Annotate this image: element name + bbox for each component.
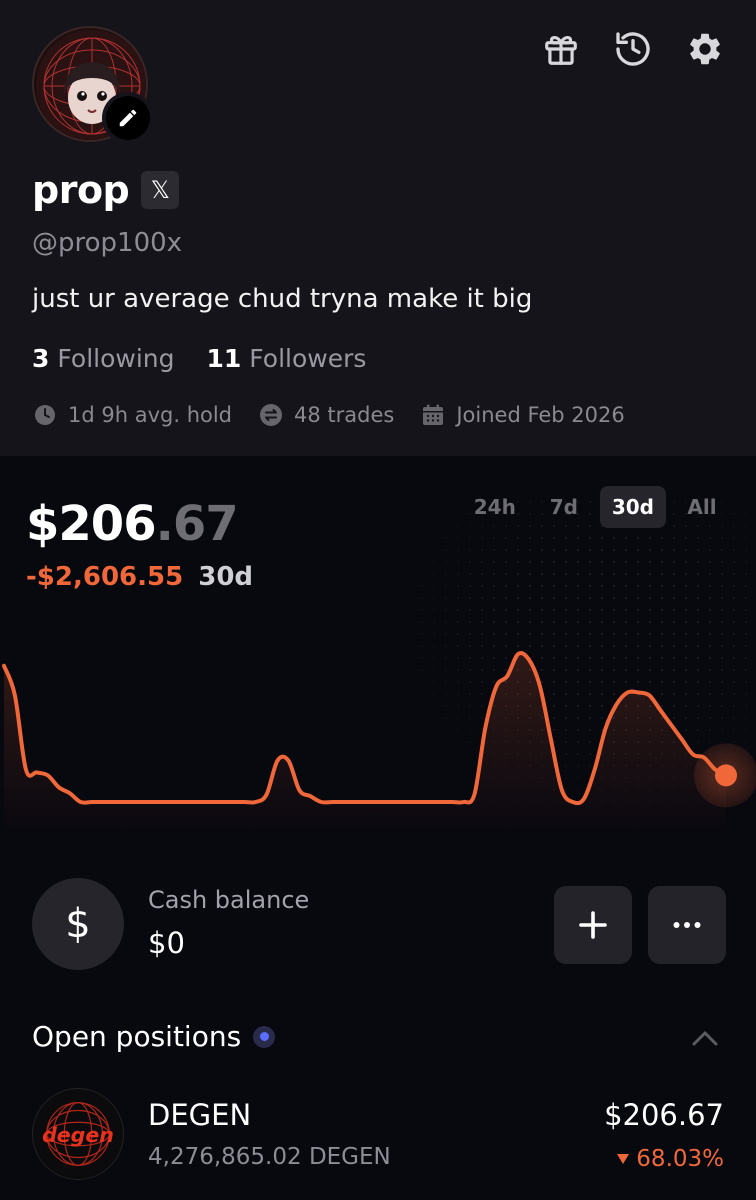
user-bio: just ur average chud tryna make it big <box>32 284 533 314</box>
more-dots-icon <box>673 922 701 928</box>
settings-icon <box>690 33 720 65</box>
clock-icon <box>32 402 58 428</box>
following-label: Following <box>57 344 175 373</box>
followers-label: Followers <box>249 344 367 373</box>
trades-text: 48 trades <box>294 403 395 427</box>
portfolio-change: -$2,606.55 30d <box>26 562 253 592</box>
edit-avatar-button[interactable] <box>102 92 154 144</box>
change-amount: -$2,606.55 <box>26 562 184 592</box>
user-handle: @prop100x <box>32 228 183 258</box>
avg-hold-stat: 1d 9h avg. hold <box>32 402 232 428</box>
more-options-button[interactable] <box>648 886 726 964</box>
portfolio-balance: $206.67 <box>26 496 239 552</box>
portfolio-chart-section: $206.67 -$2,606.55 30d 24h 7d 30d All <box>0 456 756 846</box>
down-triangle-icon <box>617 1154 630 1164</box>
pencil-icon <box>119 109 137 127</box>
balance-whole: $206 <box>26 496 157 552</box>
x-link-badge[interactable]: 𝕏 <box>141 171 180 209</box>
name-row: prop 𝕏 <box>32 168 180 212</box>
top-actions <box>540 28 726 70</box>
avatar-container[interactable] <box>32 26 154 144</box>
range-30d[interactable]: 30d <box>599 486 666 528</box>
balance-cents: .67 <box>155 496 239 552</box>
change-period: 30d <box>198 562 254 592</box>
follow-stats: 3 Following 11 Followers <box>32 344 366 373</box>
cash-value: $0 <box>148 926 185 960</box>
following-link[interactable]: 3 Following <box>32 344 174 373</box>
time-range-selector: 24h 7d 30d All <box>462 486 730 528</box>
following-count: 3 <box>32 344 50 373</box>
avg-hold-text: 1d 9h avg. hold <box>68 403 233 427</box>
token-amount: 4,276,865.02 DEGEN <box>148 1144 391 1170</box>
calendar-icon <box>420 402 446 428</box>
degen-logo-text: degen <box>42 1123 114 1147</box>
history-icon <box>616 32 650 66</box>
range-all[interactable]: All <box>674 486 730 528</box>
position-item[interactable]: degen DEGEN 4,276,865.02 DEGEN $206.67 6… <box>0 1086 756 1196</box>
cash-balance-row: $ Cash balance $0 <box>0 872 756 972</box>
joined-stat: Joined Feb 2026 <box>420 402 625 428</box>
followers-count: 11 <box>206 344 242 373</box>
open-positions-header[interactable]: Open positions <box>32 1020 276 1053</box>
degen-token-logo: degen <box>32 1088 124 1180</box>
display-name: prop <box>32 168 130 212</box>
cash-label: Cash balance <box>148 886 310 914</box>
gift-icon <box>545 36 577 65</box>
plus-icon <box>579 911 607 939</box>
live-indicator-dot <box>253 1025 276 1048</box>
token-name: DEGEN <box>148 1098 252 1132</box>
token-value: $206.67 <box>604 1098 724 1132</box>
history-button[interactable] <box>612 28 654 70</box>
gift-button[interactable] <box>540 28 582 70</box>
followers-link[interactable]: 11 Followers <box>206 344 366 373</box>
chart-last-point[interactable] <box>715 764 737 787</box>
dollar-icon: $ <box>32 878 124 970</box>
open-positions-title: Open positions <box>32 1020 242 1053</box>
add-cash-button[interactable] <box>554 886 632 964</box>
token-change: 68.03% <box>616 1146 724 1172</box>
chevron-up-icon[interactable] <box>690 1026 720 1050</box>
joined-text: Joined Feb 2026 <box>456 403 625 427</box>
swap-icon <box>258 402 284 428</box>
range-7d[interactable]: 7d <box>536 486 592 528</box>
trading-stats: 1d 9h avg. hold 48 trades Joined Feb 202… <box>32 402 625 428</box>
token-change-value: 68.03% <box>636 1146 724 1172</box>
range-24h[interactable]: 24h <box>462 486 528 528</box>
profile-header: prop 𝕏 @prop100x just ur average chud tr… <box>0 0 756 456</box>
trades-stat: 48 trades <box>258 402 394 428</box>
chart-area-fill <box>4 653 726 836</box>
settings-button[interactable] <box>684 28 726 70</box>
